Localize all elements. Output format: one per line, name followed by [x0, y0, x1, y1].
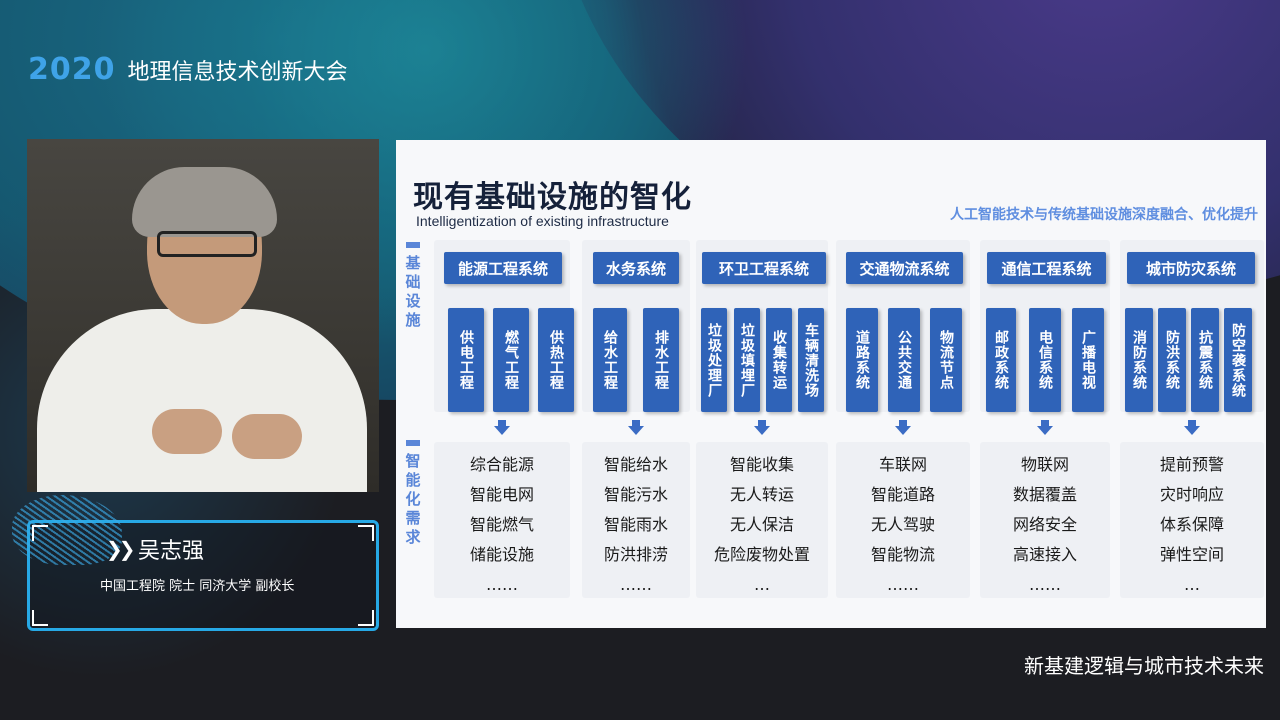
demand-item: … — [1184, 575, 1200, 594]
demand-item: …… — [620, 575, 652, 594]
demand-list: 智能给水智能污水智能雨水防洪排涝 …… — [582, 450, 690, 600]
system-column: 环卫工程系统垃圾处理厂 垃圾填埋厂 收集转运 车辆清洗场智能收集无人转运无人保洁危险废… — [696, 240, 828, 598]
section-label-infrastructure: 基础设施 — [404, 242, 422, 330]
demand-item: 数据覆盖 — [1012, 485, 1077, 504]
arrow-down-icon — [1037, 420, 1053, 435]
demand-item: 智能道路 — [870, 485, 935, 504]
demand-item: 智能电网 — [469, 485, 534, 504]
subsystem-box: 垃圾填埋厂 — [734, 308, 760, 412]
demand-item: …… — [887, 575, 919, 594]
demand-item: 体系保障 — [1159, 515, 1224, 534]
subsystem-box: 公共交通 — [888, 308, 920, 412]
side-label-text: 智能化需求 — [405, 452, 421, 546]
demand-item: 综合能源 — [469, 455, 534, 474]
conference-title: 地理信息技术创新大会 — [127, 59, 348, 85]
section-label-demand: 智能化需求 — [404, 440, 422, 547]
demand-item: 智能污水 — [603, 485, 668, 504]
side-label-text: 基础设施 — [405, 254, 421, 329]
subsystem-box: 电信系统 — [1029, 308, 1061, 412]
arrow-down-icon — [628, 420, 644, 435]
talk-topic: 新基建逻辑与城市技术未来 — [1024, 654, 1264, 678]
arrow-down-icon — [754, 420, 770, 435]
subsystem-box: 广播电视 — [1072, 308, 1104, 412]
subsystem-box: 收集转运 — [766, 308, 792, 412]
conference-year: 2020 — [28, 52, 116, 87]
system-column: 水务系统给水工程 排水工程智能给水智能污水智能雨水防洪排涝 …… — [582, 240, 690, 598]
subsystem-box: 物流节点 — [930, 308, 962, 412]
subsystem-box: 供热工程 — [538, 308, 574, 412]
demand-item: 物联网 — [1020, 455, 1069, 474]
system-header: 水务系统 — [593, 252, 679, 284]
demand-item: 智能给水 — [603, 455, 668, 474]
demand-item: 提前预警 — [1159, 455, 1224, 474]
presentation-slide: 现有基础设施的智化 Intelligentization of existing… — [396, 140, 1266, 628]
arrow-down-icon — [494, 420, 510, 435]
demand-item: 智能雨水 — [603, 515, 668, 534]
demand-item: 高速接入 — [1012, 545, 1077, 564]
arrow-down-icon — [1184, 420, 1200, 435]
subsystem-box: 给水工程 — [593, 308, 627, 412]
speaker-title: 中国工程院 院士 同济大学 副校长 — [100, 579, 295, 594]
slide-subtitle: Intelligentization of existing infrastru… — [416, 213, 669, 229]
subsystem-box: 垃圾处理厂 — [701, 308, 727, 412]
demand-item: 智能燃气 — [469, 515, 534, 534]
demand-item: 无人转运 — [729, 485, 794, 504]
subsystem-box: 排水工程 — [643, 308, 679, 412]
demand-list: 车联网智能道路无人驾驶智能物流 …… — [836, 450, 970, 600]
subsystem-box: 消防系统 — [1125, 308, 1153, 412]
system-column: 通信工程系统邮政系统 电信系统 广播电视物联网数据覆盖网络安全高速接入 …… — [980, 240, 1110, 598]
speaker-name-card: ❯❯ 吴志强 中国工程院 院士 同济大学 副校长 — [12, 495, 379, 631]
speaker-name: 吴志强 — [138, 539, 205, 564]
subsystem-box: 抗震系统 — [1191, 308, 1219, 412]
demand-item: 无人驾驶 — [870, 515, 935, 534]
system-header: 环卫工程系统 — [702, 252, 826, 284]
demand-item: …… — [1029, 575, 1061, 594]
subsystem-box: 防洪系统 — [1158, 308, 1186, 412]
demand-item: …… — [486, 575, 518, 594]
demand-item: 智能收集 — [729, 455, 794, 474]
system-column: 能源工程系统供电工程 燃气工程 供热工程综合能源智能电网智能燃气储能设施 …… — [434, 240, 574, 600]
demand-item: 智能物流 — [870, 545, 935, 564]
arrow-down-icon — [895, 420, 911, 435]
subsystem-box: 燃气工程 — [493, 308, 529, 412]
demand-item: 网络安全 — [1012, 515, 1077, 534]
system-column: 交通物流系统道路系统 公共交通 物流节点车联网智能道路无人驾驶智能物流 …… — [836, 240, 970, 598]
subsystem-box: 道路系统 — [846, 308, 878, 412]
demand-item: 车联网 — [878, 455, 927, 474]
system-header: 能源工程系统 — [444, 252, 562, 284]
demand-list: 综合能源智能电网智能燃气储能设施 …… — [434, 450, 570, 600]
chevron-right-icon: ❯❯ — [106, 537, 135, 561]
subsystem-box: 邮政系统 — [986, 308, 1016, 412]
demand-item: 危险废物处置 — [713, 545, 810, 564]
demand-item: 弹性空间 — [1159, 545, 1224, 564]
conference-header: 2020 地理信息技术创新大会 — [28, 52, 348, 87]
demand-list: 提前预警灾时响应体系保障弹性空间 … — [1120, 450, 1264, 600]
subsystem-box: 防空袭系统 — [1224, 308, 1252, 412]
speaker-video — [27, 139, 379, 492]
system-column: 城市防灾系统消防系统 防洪系统 抗震系统 防空袭系统提前预警灾时响应体系保障弹性空间 … — [1120, 240, 1264, 598]
system-header: 交通物流系统 — [846, 252, 963, 284]
subsystem-box: 车辆清洗场 — [798, 308, 824, 412]
slide-tagline: 人工智能技术与传统基础设施深度融合、优化提升 — [950, 207, 1258, 223]
subsystem-box: 供电工程 — [448, 308, 484, 412]
demand-item: 灾时响应 — [1159, 485, 1224, 504]
demand-item: 防洪排涝 — [603, 545, 668, 564]
demand-item: 无人保洁 — [729, 515, 794, 534]
demand-list: 智能收集无人转运无人保洁危险废物处置 … — [696, 450, 828, 600]
demand-item: 储能设施 — [469, 545, 534, 564]
slide-title: 现有基础设施的智化 — [413, 180, 692, 215]
demand-item: … — [754, 575, 770, 594]
system-header: 通信工程系统 — [987, 252, 1106, 284]
system-header: 城市防灾系统 — [1127, 252, 1255, 284]
demand-list: 物联网数据覆盖网络安全高速接入 …… — [980, 450, 1110, 600]
